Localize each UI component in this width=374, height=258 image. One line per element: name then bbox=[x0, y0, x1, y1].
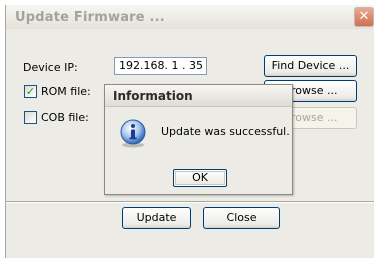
footer-divider bbox=[6, 201, 374, 203]
device-ip-label: Device IP: bbox=[23, 61, 78, 74]
title-bar[interactable]: Update Firmware ... ✕ bbox=[6, 5, 374, 29]
update-button[interactable]: Update bbox=[122, 207, 191, 229]
update-firmware-window: Update Firmware ... ✕ Device IP: 192.168… bbox=[5, 5, 374, 258]
ok-button[interactable]: OK bbox=[173, 169, 227, 187]
find-device-button[interactable]: Find Device ... bbox=[264, 55, 357, 77]
dialog-title-bar[interactable]: Information bbox=[105, 85, 292, 107]
information-dialog: Information Update was successful. OK bbox=[104, 84, 293, 195]
window-title: Update Firmware ... bbox=[15, 10, 165, 25]
cob-file-checkbox[interactable] bbox=[24, 111, 37, 124]
window-close-button[interactable]: ✕ bbox=[354, 7, 374, 27]
close-button[interactable]: Close bbox=[203, 207, 280, 229]
rom-file-checkbox[interactable]: ✓ bbox=[24, 85, 37, 98]
info-icon bbox=[120, 119, 146, 148]
cob-file-label: COB file: bbox=[41, 111, 89, 124]
dialog-title: Information bbox=[113, 89, 193, 103]
rom-file-label: ROM file: bbox=[41, 85, 91, 98]
device-ip-input[interactable]: 192.168. 1 . 35 bbox=[114, 57, 207, 75]
dialog-message: Update was successful. bbox=[161, 125, 290, 138]
